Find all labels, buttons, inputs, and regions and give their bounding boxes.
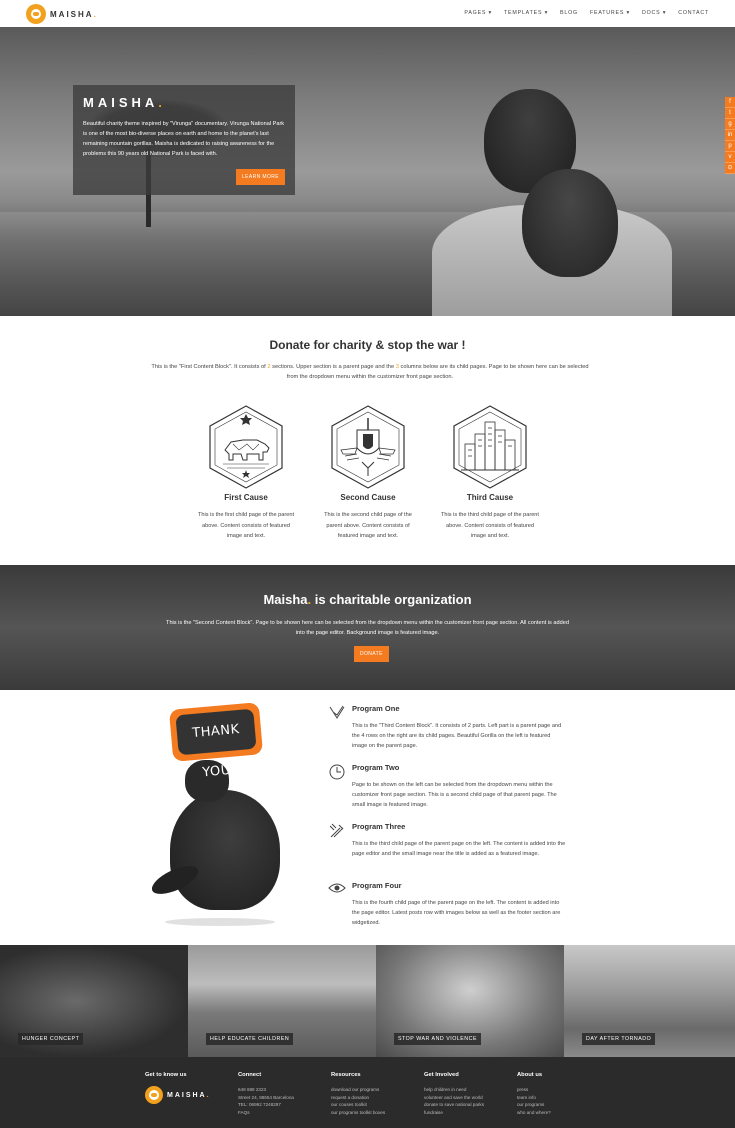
cause-title: First Cause (224, 493, 268, 502)
logo-text: MAISHA (50, 9, 94, 19)
program-text: This is the "Third Content Block". It co… (352, 723, 562, 749)
cause-title: Second Cause (340, 493, 396, 502)
org-title: Maisha. is charitable organization (263, 592, 472, 607)
menu-item-docs[interactable]: DOCS ▾ (642, 10, 666, 16)
footer-logo[interactable]: MAISHA. (145, 1086, 235, 1104)
linkedin-icon[interactable]: in (725, 130, 735, 141)
tile-label[interactable]: HUNGER CONCEPT (18, 1033, 84, 1045)
hero-banner: MAISHA. Beautiful charity theme inspired… (0, 27, 735, 316)
first-content-block: Donate for charity & stop the war ! This… (0, 316, 735, 565)
monkey-logo-icon (26, 4, 46, 24)
post-tile-hunger[interactable]: HUNGER CONCEPT (0, 945, 188, 1057)
post-tile-war[interactable]: STOP WAR AND VIOLENCE (376, 945, 564, 1057)
hero-title: MAISHA. (83, 95, 166, 110)
menu-item-features[interactable]: FEATURES ▾ (590, 10, 630, 16)
footer-link[interactable]: our couses toolkit (331, 1101, 421, 1109)
vimeo-icon[interactable]: v (725, 152, 735, 163)
footer-col-get-involved: Get Involved help children in need volun… (424, 1072, 514, 1116)
donate-description: This is the "First Content Block". It co… (151, 364, 589, 380)
site-logo[interactable]: MAISHA. (26, 4, 98, 24)
top-navbar: MAISHA. PAGES ▾ TEMPLATES ▾ BLOG FEATURE… (0, 0, 735, 27)
post-tile-educate[interactable]: HELP EDUCATE CHILDREN (188, 945, 376, 1057)
eye-icon (328, 883, 346, 893)
learn-more-button[interactable]: LEARN MORE (235, 169, 285, 185)
footer-link[interactable]: help children in need (424, 1086, 514, 1094)
program-title: Program Four (352, 881, 402, 890)
footer-link[interactable]: who and where? (517, 1109, 607, 1117)
cause-card-third[interactable]: Third Cause This is the third child page… (440, 404, 540, 542)
org-description: This is the "Second Content Block". Page… (166, 620, 569, 636)
social-sidebar: f t g in p v ⊙ (725, 97, 735, 174)
clock-icon (329, 764, 345, 780)
footer-link[interactable]: team info (517, 1094, 607, 1102)
hero-description: Beautiful charity theme inspired by "Vir… (83, 121, 285, 157)
pinterest-icon[interactable]: p (725, 141, 735, 152)
footer-col-resources: Resources download our programs request … (331, 1072, 421, 1116)
cause-text: This is the first child page of the pare… (197, 512, 295, 539)
footer-col-know-us: Get to know us MAISHA. (145, 1072, 235, 1104)
footer-tel: TEL: 06992 7248297 (238, 1102, 281, 1107)
program-text: Page to be shown on the left can be sele… (352, 782, 557, 808)
site-footer: Get to know us MAISHA. Connect 648 688 2… (0, 1057, 735, 1128)
program-title: Program Three (352, 822, 406, 831)
footer-link[interactable]: press (517, 1086, 607, 1094)
cause-text: This is the second child page of the par… (324, 512, 412, 539)
footer-phone: 648 688 2323 (238, 1087, 267, 1092)
menu-item-blog[interactable]: BLOG (560, 10, 578, 16)
bear-hexagon-icon (209, 405, 283, 489)
heart-check-icon (329, 705, 345, 719)
footer-col-connect: Connect 648 688 2323 Street 24, 88654 Ba… (238, 1072, 328, 1116)
tile-label[interactable]: STOP WAR AND VIOLENCE (394, 1033, 481, 1045)
hero-text-box: MAISHA. Beautiful charity theme inspired… (73, 85, 295, 195)
second-content-block: Maisha. is charitable organization This … (0, 565, 735, 690)
donate-title: Donate for charity & stop the war ! (269, 338, 466, 352)
program-title: Program One (352, 704, 400, 713)
google-plus-icon[interactable]: g (725, 119, 735, 130)
twitter-icon[interactable]: t (725, 108, 735, 119)
cause-card-first[interactable]: First Cause This is the first child page… (196, 404, 296, 542)
footer-link[interactable]: volunteer and save the world (424, 1094, 514, 1102)
third-content-block: THANK YOU! Program One This is the "Thir… (0, 690, 735, 945)
city-hexagon-icon (453, 405, 527, 489)
footer-link[interactable]: our programs (517, 1101, 607, 1109)
menu-item-pages[interactable]: PAGES ▾ (464, 10, 492, 16)
footer-link-faqs[interactable]: FAQs (238, 1109, 328, 1117)
program-text: This is the third child page of the pare… (352, 841, 566, 857)
footer-address: Street 24, 88654 Barcelona (238, 1094, 294, 1100)
program-text: This is the fourth child page of the par… (352, 900, 561, 926)
dribbble-icon[interactable]: ⊙ (725, 163, 735, 174)
gorilla-image (170, 790, 280, 910)
donate-button[interactable]: DONATE (354, 646, 389, 662)
menu-item-templates[interactable]: TEMPLATES ▾ (504, 10, 548, 16)
menu-item-contact[interactable]: CONTACT (678, 10, 709, 16)
thank-you-badge: THANK YOU! (168, 702, 264, 780)
footer-link[interactable]: fundraise (424, 1109, 514, 1117)
main-menu: PAGES ▾ TEMPLATES ▾ BLOG FEATURES ▾ DOCS… (464, 10, 709, 16)
monkey-logo-icon (145, 1086, 163, 1104)
footer-link[interactable]: request a donation (331, 1094, 421, 1102)
footer-link[interactable]: donate to save national parks (424, 1101, 514, 1109)
tools-icon (329, 823, 344, 838)
cause-text: This is the third child page of the pare… (441, 512, 539, 539)
shield-wings-hexagon-icon (331, 405, 405, 489)
footer-link[interactable]: download our programs (331, 1086, 421, 1094)
facebook-icon[interactable]: f (725, 97, 735, 108)
cause-title: Third Cause (466, 493, 514, 502)
footer-link[interactable]: our programs toolkit boxes (331, 1109, 421, 1117)
cause-card-second[interactable]: Second Cause This is the second child pa… (318, 404, 418, 542)
children-photo (432, 85, 735, 316)
tile-label[interactable]: HELP EDUCATE CHILDREN (206, 1033, 294, 1045)
tile-label[interactable]: DAY AFTER TORNADO (582, 1033, 656, 1045)
program-title: Program Two (352, 763, 400, 772)
footer-col-about: About us press team info our programs wh… (517, 1072, 607, 1116)
latest-posts-row: HUNGER CONCEPT HELP EDUCATE CHILDREN STO… (0, 945, 735, 1057)
post-tile-tornado[interactable]: DAY AFTER TORNADO (564, 945, 735, 1057)
